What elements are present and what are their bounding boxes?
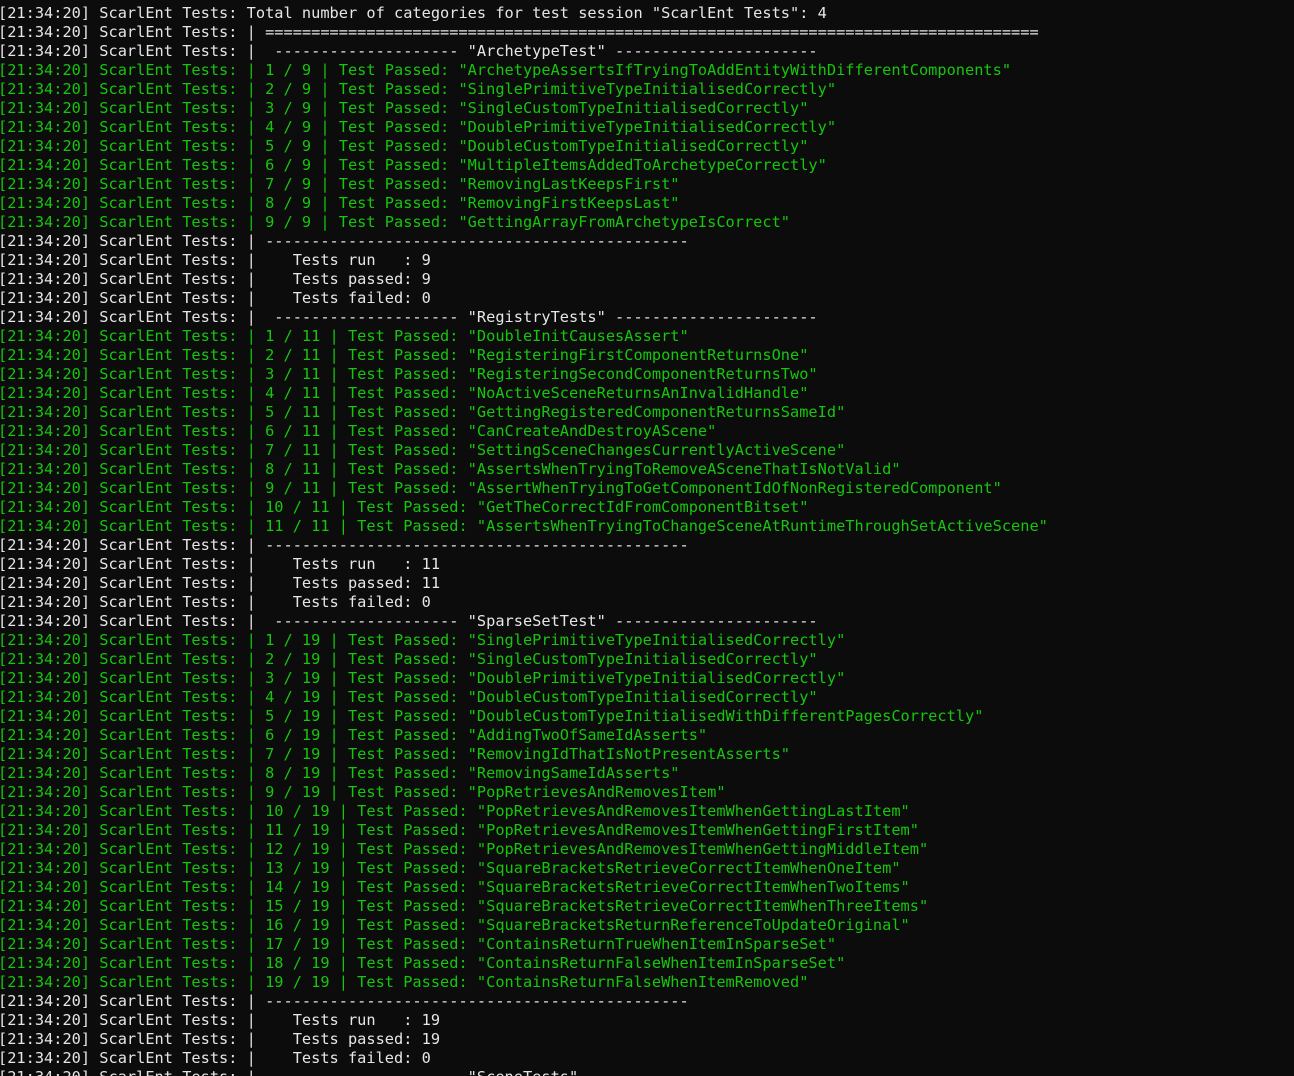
log-line-test-passed: [21:34:20] ScarlEnt Tests: | 11 / 19 | T… — [0, 821, 919, 839]
log-line-test-passed: [21:34:20] ScarlEnt Tests: | 6 / 19 | Te… — [0, 726, 708, 744]
log-line-test-passed: [21:34:20] ScarlEnt Tests: | 16 / 19 | T… — [0, 916, 910, 934]
log-line-test-passed: [21:34:20] ScarlEnt Tests: | 2 / 11 | Te… — [0, 346, 809, 364]
log-line: [21:34:20] ScarlEnt Tests: | -----------… — [0, 1068, 1294, 1076]
log-line: [21:34:20] ScarlEnt Tests: | Tests passe… — [0, 1030, 441, 1048]
log-line-test-passed: [21:34:20] ScarlEnt Tests: | 1 / 11 | Te… — [0, 327, 689, 345]
log-line-test-passed: [21:34:20] ScarlEnt Tests: | 8 / 19 | Te… — [0, 764, 680, 782]
log-line-test-passed: [21:34:20] ScarlEnt Tests: | 6 / 9 | Tes… — [0, 156, 827, 174]
log-line-test-passed: [21:34:20] ScarlEnt Tests: | 2 / 9 | Tes… — [0, 80, 837, 98]
log-line-test-passed: [21:34:20] ScarlEnt Tests: | 11 / 11 | T… — [0, 517, 1048, 535]
log-line-test-passed: [21:34:20] ScarlEnt Tests: | 9 / 9 | Tes… — [0, 213, 791, 231]
log-line-test-passed: [21:34:20] ScarlEnt Tests: | 5 / 9 | Tes… — [0, 137, 809, 155]
log-line-test-passed: [21:34:20] ScarlEnt Tests: | 1 / 9 | Tes… — [0, 61, 1012, 79]
console-output: [21:34:20] ScarlEnt Tests: Total number … — [0, 4, 1294, 1076]
log-line-test-passed: [21:34:20] ScarlEnt Tests: | 3 / 9 | Tes… — [0, 99, 809, 117]
log-line: [21:34:20] ScarlEnt Tests: | -----------… — [0, 536, 689, 554]
log-line: [21:34:20] ScarlEnt Tests: | -----------… — [0, 308, 818, 326]
log-line-test-passed: [21:34:20] ScarlEnt Tests: | 19 / 19 | T… — [0, 973, 809, 991]
log-line: [21:34:20] ScarlEnt Tests: Total number … — [0, 4, 827, 22]
log-line-test-passed: [21:34:20] ScarlEnt Tests: | 10 / 11 | T… — [0, 498, 809, 516]
log-line-test-passed: [21:34:20] ScarlEnt Tests: | 13 / 19 | T… — [0, 859, 901, 877]
log-line: [21:34:20] ScarlEnt Tests: | -----------… — [0, 232, 689, 250]
terminal-window[interactable]: [21:34:20] ScarlEnt Tests: Total number … — [0, 0, 1294, 1076]
log-line: [21:34:20] ScarlEnt Tests: | ===========… — [0, 23, 1039, 41]
log-line: [21:34:20] ScarlEnt Tests: | Tests faile… — [0, 593, 431, 611]
log-line-test-passed: [21:34:20] ScarlEnt Tests: | 18 / 19 | T… — [0, 954, 846, 972]
log-line-test-passed: [21:34:20] ScarlEnt Tests: | 10 / 19 | T… — [0, 802, 910, 820]
log-line-test-passed: [21:34:20] ScarlEnt Tests: | 4 / 9 | Tes… — [0, 118, 837, 136]
log-line: [21:34:20] ScarlEnt Tests: | Tests faile… — [0, 289, 431, 307]
log-line-test-passed: [21:34:20] ScarlEnt Tests: | 7 / 9 | Tes… — [0, 175, 680, 193]
log-line-test-passed: [21:34:20] ScarlEnt Tests: | 9 / 19 | Te… — [0, 783, 726, 801]
log-line-test-passed: [21:34:20] ScarlEnt Tests: | 1 / 19 | Te… — [0, 631, 846, 649]
log-line-test-passed: [21:34:20] ScarlEnt Tests: | 3 / 11 | Te… — [0, 365, 818, 383]
log-line-test-passed: [21:34:20] ScarlEnt Tests: | 9 / 11 | Te… — [0, 479, 1002, 497]
log-line: [21:34:20] ScarlEnt Tests: | Tests passe… — [0, 574, 441, 592]
log-line: [21:34:20] ScarlEnt Tests: | -----------… — [0, 612, 818, 630]
log-line-test-passed: [21:34:20] ScarlEnt Tests: | 7 / 19 | Te… — [0, 745, 791, 763]
log-line-test-passed: [21:34:20] ScarlEnt Tests: | 17 / 19 | T… — [0, 935, 837, 953]
log-line: [21:34:20] ScarlEnt Tests: | Tests run :… — [0, 1011, 441, 1029]
log-line-test-passed: [21:34:20] ScarlEnt Tests: | 6 / 11 | Te… — [0, 422, 717, 440]
log-line: [21:34:20] ScarlEnt Tests: | -----------… — [0, 42, 818, 60]
log-line-test-passed: [21:34:20] ScarlEnt Tests: | 2 / 19 | Te… — [0, 650, 818, 668]
log-line-test-passed: [21:34:20] ScarlEnt Tests: | 8 / 11 | Te… — [0, 460, 901, 478]
log-line: [21:34:20] ScarlEnt Tests: | Tests run :… — [0, 251, 431, 269]
log-line-test-passed: [21:34:20] ScarlEnt Tests: | 12 / 19 | T… — [0, 840, 929, 858]
log-line-test-passed: [21:34:20] ScarlEnt Tests: | 4 / 19 | Te… — [0, 688, 818, 706]
log-line-test-passed: [21:34:20] ScarlEnt Tests: | 5 / 11 | Te… — [0, 403, 846, 421]
log-line: [21:34:20] ScarlEnt Tests: | -----------… — [0, 992, 689, 1010]
log-line-test-passed: [21:34:20] ScarlEnt Tests: | 8 / 9 | Tes… — [0, 194, 680, 212]
log-line-test-passed: [21:34:20] ScarlEnt Tests: | 14 / 19 | T… — [0, 878, 910, 896]
log-line: [21:34:20] ScarlEnt Tests: | Tests run :… — [0, 555, 441, 573]
log-line-test-passed: [21:34:20] ScarlEnt Tests: | 15 / 19 | T… — [0, 897, 929, 915]
log-line: [21:34:20] ScarlEnt Tests: | Tests passe… — [0, 270, 431, 288]
log-line-test-passed: [21:34:20] ScarlEnt Tests: | 3 / 19 | Te… — [0, 669, 846, 687]
log-line-test-passed: [21:34:20] ScarlEnt Tests: | 5 / 19 | Te… — [0, 707, 984, 725]
log-line-test-passed: [21:34:20] ScarlEnt Tests: | 7 / 11 | Te… — [0, 441, 846, 459]
log-line: [21:34:20] ScarlEnt Tests: | Tests faile… — [0, 1049, 431, 1067]
log-line-test-passed: [21:34:20] ScarlEnt Tests: | 4 / 11 | Te… — [0, 384, 809, 402]
